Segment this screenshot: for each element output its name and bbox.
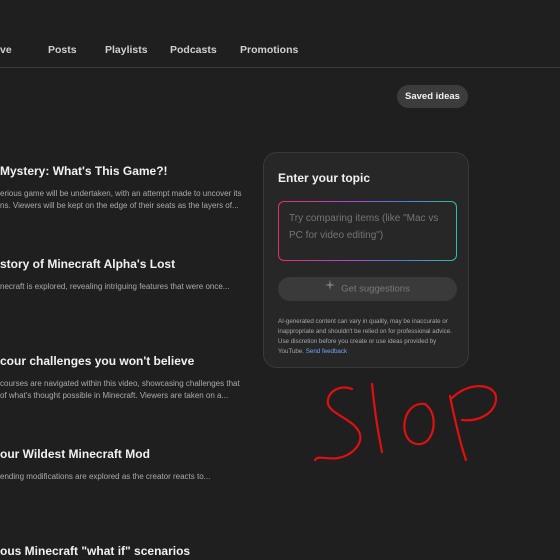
sparkle-icon (325, 276, 336, 300)
idea-description-line: erious game will be undertaken, with an … (0, 189, 242, 198)
tab-playlists[interactable]: Playlists (105, 44, 148, 56)
topic-input-border (278, 201, 457, 261)
idea-title: ous Minecraft "what if" scenarios (0, 544, 191, 558)
ai-disclaimer: AI-generated content can vary in quality… (278, 317, 460, 357)
topic-input[interactable] (279, 202, 456, 260)
disclaimer-text: AI-generated content can vary in quality… (278, 318, 452, 355)
idea-item[interactable]: ous Minecraft "what if" scenarios (0, 544, 255, 560)
idea-description-line: necraft is explored, revealing intriguin… (0, 282, 230, 291)
idea-description-line: ns. Viewers will be kept on the edge of … (0, 201, 239, 210)
idea-title: cour challenges you won't believe (0, 354, 195, 368)
topic-panel: Enter your topic Get suggestions AI-gene… (263, 152, 469, 368)
idea-description-line: courses are navigated within this video,… (0, 379, 240, 388)
idea-description-line: of what's thought possible in Minecraft.… (0, 391, 229, 400)
send-feedback-link[interactable]: Send feedback (306, 348, 347, 355)
channel-tab-bar: ve Posts Playlists Podcasts Promotions (0, 0, 560, 68)
get-suggestions-button[interactable]: Get suggestions (278, 277, 457, 301)
idea-item[interactable]: our Wildest Minecraft Mod ending modific… (0, 447, 255, 483)
idea-title: our Wildest Minecraft Mod (0, 447, 150, 461)
idea-description-line: ending modifications are explored as the… (0, 472, 211, 481)
tab-podcasts[interactable]: Podcasts (170, 44, 217, 56)
tab-posts[interactable]: Posts (48, 44, 77, 56)
page: ve Posts Playlists Podcasts Promotions S… (0, 0, 560, 560)
idea-title: story of Minecraft Alpha's Lost (0, 257, 176, 271)
panel-title: Enter your topic (278, 171, 371, 185)
get-suggestions-label: Get suggestions (341, 283, 410, 295)
idea-title: Mystery: What's This Game?! (0, 164, 168, 178)
idea-item[interactable]: Mystery: What's This Game?! erious game … (0, 164, 255, 212)
idea-item[interactable]: cour challenges you won't believe course… (0, 354, 255, 402)
tab-live[interactable]: ve (0, 44, 12, 56)
tab-promotions[interactable]: Promotions (240, 44, 298, 56)
idea-item[interactable]: story of Minecraft Alpha's Lost necraft … (0, 257, 255, 293)
saved-ideas-button[interactable]: Saved ideas (397, 85, 468, 108)
